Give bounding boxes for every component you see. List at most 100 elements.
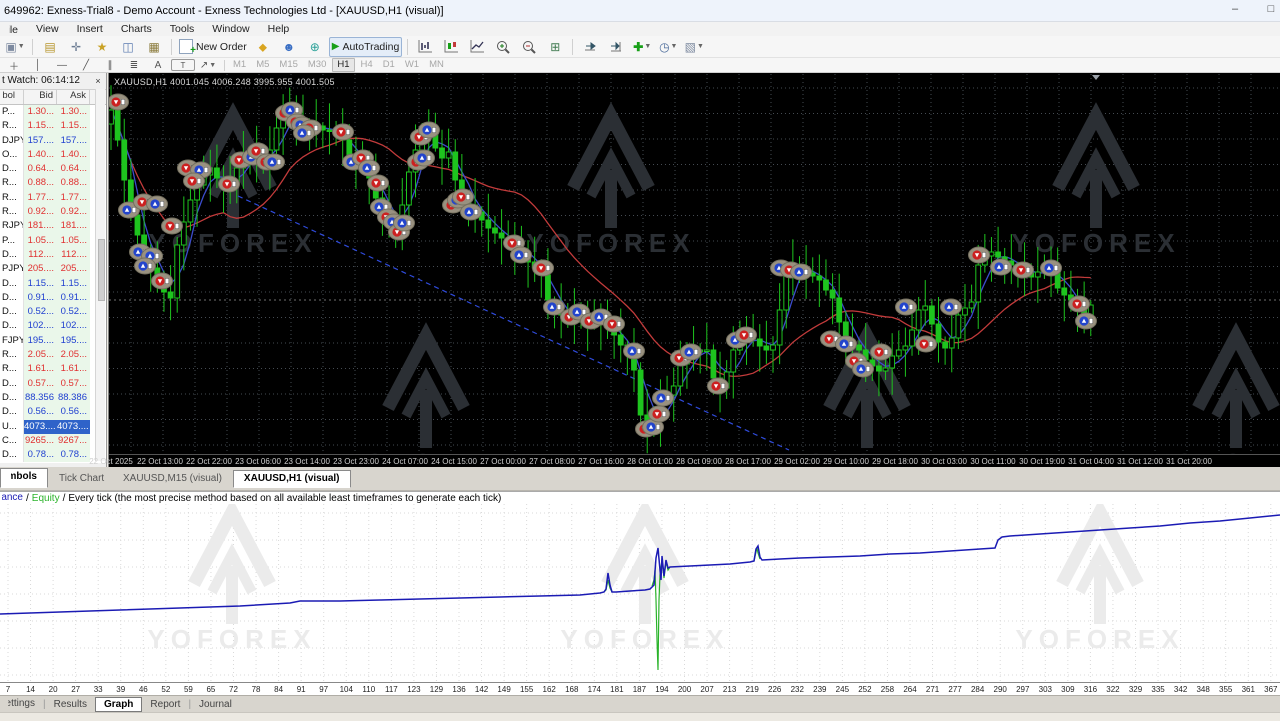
trade-marker[interactable] bbox=[990, 258, 1012, 276]
market-watch-row[interactable]: RJPY 181.... 181.... bbox=[0, 219, 106, 234]
chart-tab[interactable]: XAUUSD,H1 (visual) bbox=[232, 470, 351, 488]
trade-marker[interactable] bbox=[835, 335, 857, 353]
market-watch-row[interactable]: D... 0.91... 0.91... bbox=[0, 290, 106, 306]
timeframe-h4[interactable]: H4 bbox=[357, 59, 377, 71]
styles-bucket-icon[interactable]: ⬥ bbox=[251, 38, 275, 56]
chart-tab[interactable]: XAUUSD,M15 (visual) bbox=[112, 470, 233, 488]
trade-marker[interactable] bbox=[870, 343, 892, 361]
trendline-button[interactable]: ╱ bbox=[75, 59, 97, 72]
tester-tab-journal[interactable]: Journal bbox=[191, 698, 240, 711]
market-watch-row[interactable]: PJPY 205.... 205.... bbox=[0, 262, 106, 277]
trade-marker[interactable] bbox=[151, 272, 173, 290]
market-watch-row[interactable]: P... 1.05... 1.05... bbox=[0, 233, 106, 248]
trade-marker[interactable] bbox=[603, 315, 625, 333]
market-watch-row[interactable]: O... 1.40... 1.40... bbox=[0, 147, 106, 163]
menu-item-insert[interactable]: Insert bbox=[68, 22, 112, 36]
trade-marker[interactable] bbox=[183, 172, 205, 190]
chart-shift-button[interactable] bbox=[604, 38, 628, 56]
scrollbar-thumb[interactable] bbox=[98, 239, 105, 301]
trade-marker[interactable] bbox=[940, 298, 962, 316]
arrows-button[interactable]: ↗ ▼ bbox=[197, 59, 219, 72]
timeframe-m15[interactable]: M15 bbox=[275, 59, 301, 71]
market-watch-row[interactable]: D... 0.64... 0.64... bbox=[0, 162, 106, 177]
navigator-button[interactable]: ★ bbox=[90, 38, 114, 56]
trade-marker[interactable] bbox=[543, 298, 565, 316]
autotrading-button[interactable]: ▶ AutoTrading bbox=[328, 36, 403, 57]
tester-tab-report[interactable]: Report bbox=[142, 698, 188, 711]
timeframe-d1[interactable]: D1 bbox=[379, 59, 399, 71]
close-icon[interactable]: × bbox=[92, 76, 104, 86]
trade-marker[interactable] bbox=[460, 203, 482, 221]
market-watch-row[interactable]: D... 112.... 112.... bbox=[0, 247, 106, 263]
market-watch-row[interactable]: DJPY 157.... 157.... bbox=[0, 133, 106, 148]
web-globe-icon[interactable]: ⊕ bbox=[303, 38, 327, 56]
trade-marker[interactable] bbox=[510, 246, 532, 264]
periods-clock-button[interactable]: ◷ ▼ bbox=[656, 38, 680, 56]
bar-chart-mode-button[interactable] bbox=[413, 38, 437, 56]
chart-window[interactable]: YOFOREXYOFOREXYOFOREXYOFOREXYOFOREXYOFOR… bbox=[89, 73, 1280, 468]
trade-marker[interactable] bbox=[1068, 295, 1090, 313]
trade-marker[interactable] bbox=[367, 174, 389, 192]
trade-marker[interactable] bbox=[707, 377, 729, 395]
trade-marker[interactable] bbox=[915, 335, 937, 353]
templates-button[interactable]: ▧ ▼ bbox=[682, 38, 706, 56]
trendline[interactable] bbox=[237, 195, 790, 451]
horizontal-line-button[interactable]: — bbox=[51, 59, 73, 72]
timeframe-h1[interactable]: H1 bbox=[332, 58, 355, 72]
maximize-button[interactable]: □ bbox=[1262, 3, 1280, 15]
trade-marker[interactable] bbox=[532, 259, 554, 277]
trade-marker[interactable] bbox=[358, 159, 380, 177]
trade-marker[interactable] bbox=[293, 124, 315, 142]
line-chart-mode-button[interactable] bbox=[465, 38, 489, 56]
market-watch-row[interactable]: P... 1.30... 1.30... bbox=[0, 105, 106, 120]
tester-tab-settings[interactable]: Settings bbox=[0, 697, 43, 712]
trade-marker[interactable] bbox=[895, 298, 917, 316]
trade-marker[interactable] bbox=[680, 343, 702, 361]
trade-marker[interactable] bbox=[652, 389, 674, 407]
trade-marker[interactable] bbox=[648, 405, 670, 423]
text-label-button[interactable]: T bbox=[171, 59, 195, 71]
trade-marker[interactable] bbox=[332, 123, 354, 141]
trade-marker[interactable] bbox=[218, 175, 240, 193]
market-watch-row[interactable]: C... 9265... 9267... bbox=[0, 433, 106, 449]
indicators-button[interactable]: ✚ ▼ bbox=[630, 38, 654, 56]
chart-profile-button[interactable]: ▣ ▼ bbox=[3, 38, 27, 56]
tab-symbols[interactable]: Symbols bbox=[0, 468, 48, 488]
cursor-crosshair-button[interactable]: ＋ bbox=[3, 59, 25, 73]
timeframe-m5[interactable]: M5 bbox=[252, 59, 273, 71]
text-button[interactable]: A bbox=[147, 59, 169, 72]
tab-tick-chart[interactable]: Tick Chart bbox=[48, 470, 115, 488]
market-watch-row[interactable]: D... 1.15... 1.15... bbox=[0, 276, 106, 291]
market-watch-row[interactable]: R... 1.15... 1.15... bbox=[0, 119, 106, 134]
strategy-tester-button[interactable]: ▦ bbox=[142, 38, 166, 56]
trade-marker[interactable] bbox=[623, 342, 645, 360]
trade-marker[interactable] bbox=[452, 188, 474, 206]
trade-marker[interactable] bbox=[968, 246, 990, 264]
tester-graph[interactable]: YOFOREX YOFOREX YOFOREX bbox=[0, 504, 1280, 682]
new-order-button[interactable]: + New Order bbox=[177, 38, 249, 56]
trade-marker[interactable] bbox=[393, 214, 415, 232]
trade-marker[interactable] bbox=[109, 93, 129, 111]
market-watch-row[interactable]: D... 0.56... 0.56... bbox=[0, 405, 106, 420]
market-watch-row[interactable]: D... 88.356 88.386 bbox=[0, 390, 106, 406]
trade-marker[interactable] bbox=[1075, 312, 1097, 330]
fibonacci-button[interactable]: ≣ bbox=[123, 59, 145, 72]
menu-item-file[interactable]: File bbox=[0, 22, 27, 36]
tile-windows-button[interactable]: ⊞ bbox=[543, 38, 567, 56]
market-watch-button[interactable]: ▤ bbox=[38, 38, 62, 56]
auto-scroll-button[interactable] bbox=[578, 38, 602, 56]
trade-marker[interactable] bbox=[852, 360, 874, 378]
market-watch-row[interactable]: R... 0.88... 0.88... bbox=[0, 176, 106, 191]
market-watch-row[interactable]: FJPY 195.... 195.... bbox=[0, 333, 106, 349]
data-window-button[interactable]: ✛ bbox=[64, 38, 88, 56]
market-watch-row[interactable]: R... 0.92... 0.92... bbox=[0, 205, 106, 220]
menu-item-window[interactable]: Window bbox=[203, 22, 258, 36]
trade-marker[interactable] bbox=[161, 217, 183, 235]
menu-item-charts[interactable]: Charts bbox=[112, 22, 161, 36]
trade-marker[interactable] bbox=[735, 326, 757, 344]
market-watch-row[interactable]: R... 1.61... 1.61... bbox=[0, 362, 106, 377]
market-watch-row[interactable]: R... 1.77... 1.77... bbox=[0, 190, 106, 206]
market-watch-row[interactable]: R... 2.05... 2.05... bbox=[0, 348, 106, 363]
trade-marker[interactable] bbox=[413, 149, 435, 167]
menu-item-view[interactable]: View bbox=[27, 22, 68, 36]
